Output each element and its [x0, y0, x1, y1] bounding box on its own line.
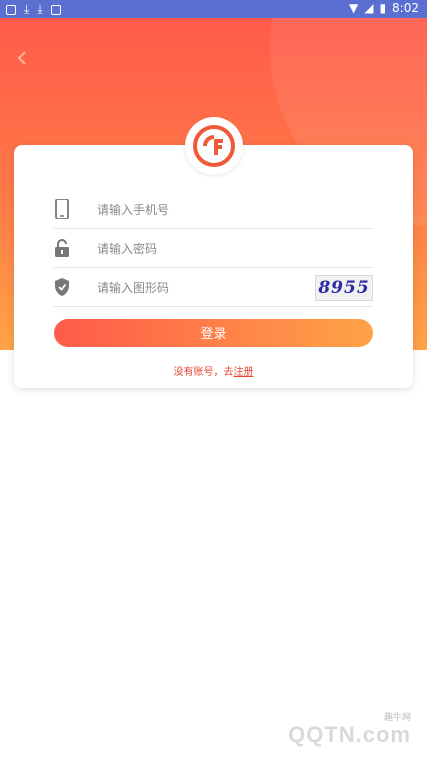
password-field[interactable]: 请输入密码: [53, 229, 373, 268]
register-prompt: 没有账号，去注册: [14, 363, 413, 378]
phone-icon: [55, 199, 69, 219]
logo-icon: [193, 125, 235, 167]
phone-field[interactable]: 请输入手机号: [53, 190, 373, 229]
login-card: 请输入手机号 请输入密码 请输入图形码 8955 登录 没有账号，去注册: [14, 145, 413, 388]
download-icon: ⤓: [24, 2, 30, 16]
phone-placeholder: 请输入手机号: [97, 203, 170, 217]
watermark: 趣牛网 QQTN.com: [247, 710, 417, 750]
app-logo: [185, 117, 243, 175]
notification-icons: ⤓ ⤓: [6, 2, 61, 17]
clock: 8:02: [392, 1, 419, 15]
wifi-icon: ▼: [348, 1, 359, 15]
sim-icon: [6, 4, 16, 15]
password-placeholder: 请输入密码: [97, 242, 158, 256]
shield-icon: [55, 278, 69, 296]
captcha-image[interactable]: 8955: [315, 275, 373, 301]
download-icon: ⤓: [37, 2, 43, 16]
login-button[interactable]: 登录: [54, 319, 373, 347]
app-notification-icon: [50, 4, 61, 15]
register-link[interactable]: 注册: [234, 367, 254, 378]
lock-icon: [55, 239, 69, 257]
captcha-placeholder: 请输入图形码: [97, 281, 170, 295]
back-icon[interactable]: [14, 48, 30, 68]
battery-icon: ▮: [379, 1, 387, 15]
watermark-brand: QQTN.com: [288, 722, 411, 747]
system-icons: ▼ ◢ ▮ 8:02: [349, 1, 419, 15]
register-prefix: 没有账号，去: [173, 367, 234, 378]
signal-icon: ◢: [364, 1, 374, 15]
status-bar: ⤓ ⤓ ▼ ◢ ▮ 8:02: [0, 0, 427, 18]
captcha-field[interactable]: 请输入图形码 8955: [53, 268, 373, 307]
